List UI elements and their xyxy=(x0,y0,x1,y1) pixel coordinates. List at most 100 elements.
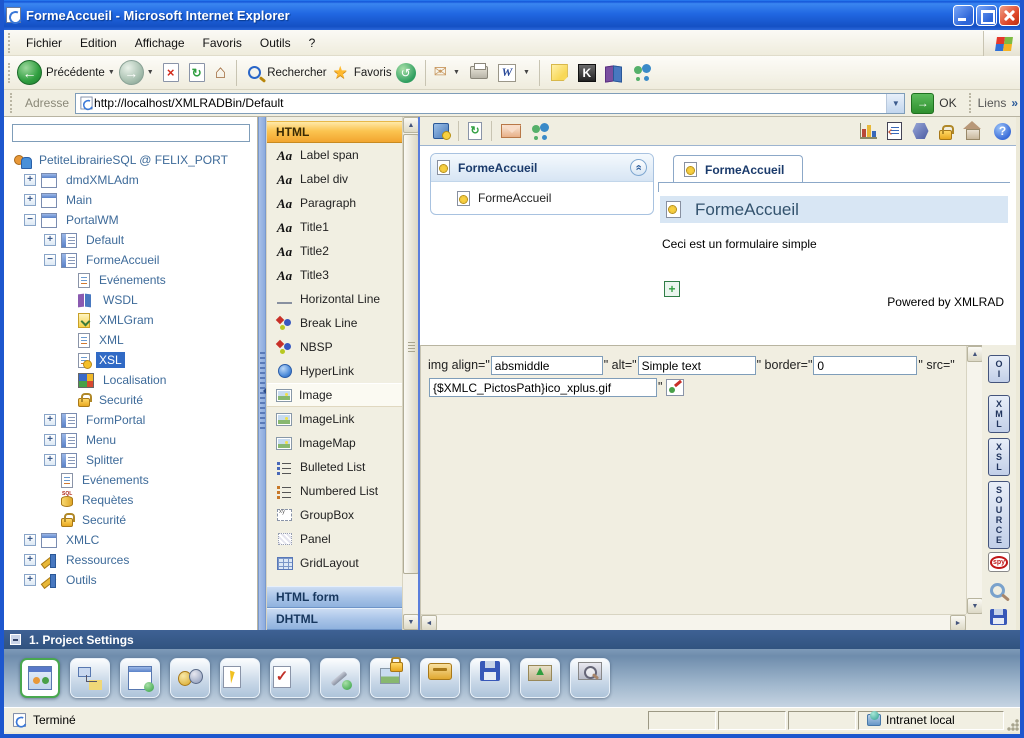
palette-section-html-form[interactable]: HTML form xyxy=(267,586,402,608)
favorites-label[interactable]: Favoris xyxy=(354,67,392,79)
tree-item-wsdl[interactable]: WSDL xyxy=(4,290,257,310)
project-settings-bar[interactable]: 1. Project Settings xyxy=(4,630,1020,649)
align-input[interactable] xyxy=(491,356,603,375)
menu-fichier[interactable]: Fichier xyxy=(17,32,71,54)
tab-source[interactable]: SOURCE xyxy=(988,481,1010,549)
tree-item-xmlgram[interactable]: XMLGram xyxy=(4,310,257,330)
palette-item-nbsp[interactable]: NBSP xyxy=(267,335,402,359)
expand-icon[interactable]: + xyxy=(24,554,36,566)
tree-item-outils[interactable]: +Outils xyxy=(4,570,257,590)
tree-item-evenements[interactable]: Evénements xyxy=(4,270,257,290)
palette-item-gridlayout[interactable]: GridLayout xyxy=(267,551,402,575)
expand-icon[interactable]: + xyxy=(44,434,56,446)
zoom-button[interactable] xyxy=(990,583,1005,598)
stop-button[interactable]: × xyxy=(163,63,179,82)
expand-icon[interactable]: + xyxy=(24,174,36,186)
strip-archive-button[interactable] xyxy=(420,658,460,698)
strip-build-button[interactable] xyxy=(320,658,360,698)
back-label[interactable]: Précédente xyxy=(46,67,105,79)
home-page-button[interactable] xyxy=(962,121,984,141)
research-button[interactable] xyxy=(605,65,623,81)
search-icon[interactable] xyxy=(248,66,261,79)
expand-icon[interactable]: + xyxy=(24,194,36,206)
publish-button[interactable] xyxy=(433,123,449,139)
toolbar-grip[interactable] xyxy=(8,63,13,83)
tree-item-dmdxmladm[interactable]: +dmdXMLAdm xyxy=(4,170,257,190)
expand-icon[interactable]: + xyxy=(44,454,56,466)
palette-item-title3[interactable]: AaTitle3 xyxy=(267,263,402,287)
palette-scrollbar[interactable]: ▲ ▼ xyxy=(402,117,418,630)
tree-item-evenements-2[interactable]: Evénements xyxy=(4,470,257,490)
links-grip[interactable] xyxy=(969,93,974,113)
expand-icon[interactable]: + xyxy=(44,234,56,246)
security-lock-button[interactable] xyxy=(939,130,952,140)
go-label[interactable]: OK xyxy=(939,96,956,110)
print-button[interactable] xyxy=(470,66,488,79)
mail-dropdown-icon[interactable]: ▼ xyxy=(453,69,460,76)
tab-xsl[interactable]: XSL xyxy=(988,438,1010,476)
tree-item-default[interactable]: +Default xyxy=(4,230,257,250)
collapse-bar-icon[interactable] xyxy=(10,634,21,645)
form-navigator-header[interactable]: FormeAccueil « xyxy=(431,154,653,182)
image-placeholder-icon[interactable]: + xyxy=(664,281,680,297)
home-button[interactable]: ⌂ xyxy=(215,63,226,82)
tree-item-localisation[interactable]: Localisation xyxy=(4,370,257,390)
palette-item-paragraph[interactable]: AaParagraph xyxy=(267,191,402,215)
palette-item-break-line[interactable]: Break Line xyxy=(267,311,402,335)
close-button[interactable] xyxy=(999,5,1020,26)
menu-affichage[interactable]: Affichage xyxy=(126,32,194,54)
minimize-button[interactable] xyxy=(953,5,974,26)
messenger-button[interactable] xyxy=(633,64,653,81)
collapse-icon[interactable]: − xyxy=(44,254,56,266)
picture-picker-button[interactable] xyxy=(666,379,684,396)
palette-item-label-span[interactable]: AaLabel span xyxy=(267,143,402,167)
back-button[interactable]: ← xyxy=(17,60,42,85)
back-dropdown-icon[interactable]: ▼ xyxy=(108,69,115,76)
strip-datamodel-button[interactable] xyxy=(70,658,110,698)
editor-vertical-scrollbar[interactable]: ▲ ▼ xyxy=(966,346,982,614)
k-tool-button[interactable]: K xyxy=(578,64,596,82)
palette-item-bulleted-list[interactable]: Bulleted List xyxy=(267,455,402,479)
scroll-down-button[interactable]: ▼ xyxy=(967,598,983,614)
menu-help[interactable]: ? xyxy=(300,32,325,54)
tree-item-xml[interactable]: XML xyxy=(4,330,257,350)
form-navigator-child[interactable]: FormeAccueil xyxy=(431,182,653,214)
palette-item-title1[interactable]: AaTitle1 xyxy=(267,215,402,239)
palette-item-image-selected[interactable]: Image xyxy=(267,383,402,407)
history-button[interactable]: ↺ xyxy=(396,63,416,83)
tree-item-formeaccueil[interactable]: −FormeAccueil xyxy=(4,250,257,270)
palette-item-imagemap[interactable]: ImageMap xyxy=(267,431,402,455)
strip-inspect-button[interactable] xyxy=(570,658,610,698)
tree-search-input[interactable] xyxy=(12,124,250,142)
palette-item-panel[interactable]: Panel xyxy=(267,527,402,551)
expand-icon[interactable]: + xyxy=(24,534,36,546)
address-grip[interactable] xyxy=(10,93,15,113)
menu-outils[interactable]: Outils xyxy=(251,32,300,54)
strip-validation-button[interactable]: ✓ xyxy=(270,658,310,698)
palette-item-horizontal-line[interactable]: Horizontal Line xyxy=(267,287,402,311)
statistics-button[interactable] xyxy=(860,123,877,139)
edit-dropdown-icon[interactable]: ▼ xyxy=(523,69,530,76)
strip-scripts-button[interactable] xyxy=(220,658,260,698)
tab-xml[interactable]: XML xyxy=(988,395,1010,433)
search-label[interactable]: Rechercher xyxy=(267,67,326,79)
palette-item-title2[interactable]: AaTitle2 xyxy=(267,239,402,263)
edit-with-word-button[interactable]: W xyxy=(498,64,516,82)
collapse-panel-button[interactable]: « xyxy=(630,159,647,176)
go-button[interactable]: → xyxy=(911,93,934,114)
resize-grip[interactable] xyxy=(1006,718,1019,731)
scroll-thumb[interactable] xyxy=(403,134,419,574)
border-input[interactable] xyxy=(813,356,917,375)
menu-grip[interactable] xyxy=(8,33,13,53)
palette-item-groupbox[interactable]: xyGroupBox xyxy=(267,503,402,527)
palette-item-numbered-list[interactable]: Numbered List xyxy=(267,479,402,503)
address-input[interactable] xyxy=(94,95,886,112)
menu-favoris[interactable]: Favoris xyxy=(194,32,251,54)
expand-icon[interactable]: + xyxy=(44,414,56,426)
palette-section-html[interactable]: HTML xyxy=(267,121,402,143)
send-mail-button[interactable] xyxy=(501,124,521,138)
favorites-icon[interactable]: ★ xyxy=(333,64,348,81)
strip-save-button[interactable] xyxy=(470,658,510,698)
refresh-button[interactable]: ↻ xyxy=(189,63,205,82)
strip-resources-button[interactable] xyxy=(370,658,410,698)
